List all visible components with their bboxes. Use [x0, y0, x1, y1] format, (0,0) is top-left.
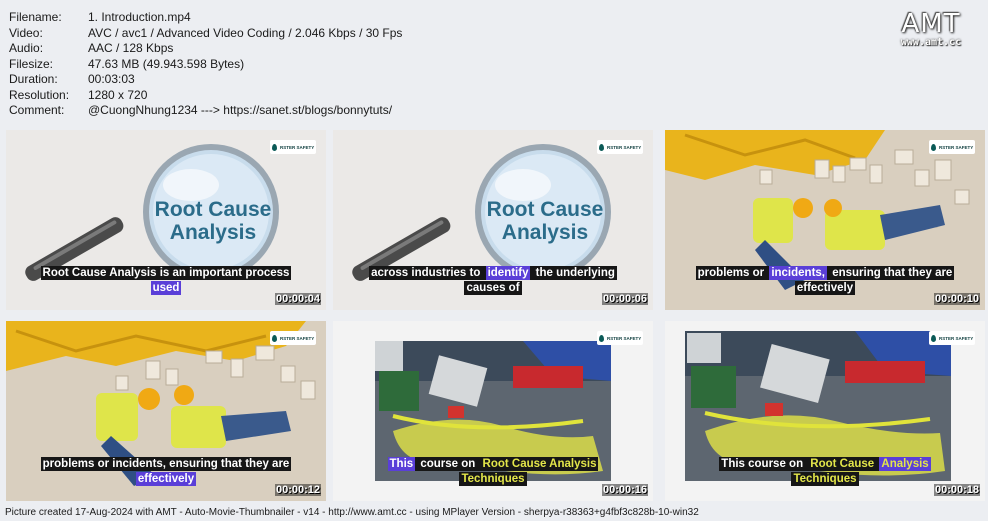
- caption-line1-highlight: incidents,: [769, 266, 827, 280]
- caption-line1-highlight: This: [387, 457, 416, 471]
- caption: This course on Root Cause Analysis Techn…: [665, 457, 985, 487]
- caption-line2-yellow: Techniques: [791, 472, 859, 486]
- thumbnail-3[interactable]: RSTER SAFETY problems or incidents, ensu…: [665, 130, 985, 310]
- caption-line1: Root Cause Analysis is an important proc…: [40, 266, 292, 280]
- meta-duration-row: Duration: 00:03:03: [9, 72, 402, 88]
- caption-line1-c: ensuring that they are: [827, 266, 955, 280]
- meta-value: AVC / avc1 / Advanced Video Coding / 2.0…: [88, 25, 403, 40]
- magnifier-text-line2: Analysis: [502, 221, 588, 244]
- brand-label: RSTER SAFETY: [939, 144, 974, 150]
- meta-value: @CuongNhung1234 ---> https://sanet.st/bl…: [88, 103, 393, 117]
- brand-badge: RSTER SAFETY: [597, 140, 643, 154]
- brand-label: RSTER SAFETY: [280, 335, 315, 341]
- drop-icon: [599, 143, 604, 151]
- caption-line1: problems or incidents, ensuring that the…: [40, 457, 292, 471]
- caption-line2-yellow: Techniques: [459, 472, 527, 486]
- meta-comment-row: Comment: @CuongNhung1234 ---> https://san…: [9, 103, 402, 119]
- timestamp: 00:00:06: [601, 293, 648, 305]
- amt-logo-url: www.amt.cc: [900, 37, 962, 48]
- timestamp: 00:00:04: [274, 293, 321, 305]
- brand-label: RSTER SAFETY: [607, 144, 642, 150]
- caption-line1-a: across industries to: [369, 266, 486, 280]
- caption-line2: effectively: [135, 472, 197, 486]
- caption-line1-highlight: Analysis: [879, 457, 931, 471]
- brand-label: RSTER SAFETY: [607, 335, 642, 341]
- caption-line1-c: the underlying: [530, 266, 617, 280]
- meta-resolution-row: Resolution: 1280 x 720: [9, 88, 402, 104]
- file-metadata: Filename: 1. Introduction.mp4 Video: AVC /…: [9, 10, 402, 119]
- meta-audio-row: Audio: AAC / 128 Kbps: [9, 41, 402, 57]
- caption-line1-highlight: identify: [485, 266, 531, 280]
- meta-key: Audio:: [9, 41, 44, 55]
- brand-badge: RSTER SAFETY: [929, 140, 975, 154]
- meta-value: 1. Introduction.mp4: [88, 10, 191, 24]
- magnifier-text-line1: Root Cause: [155, 198, 272, 221]
- meta-value: AAC / 128 Kbps: [88, 41, 174, 55]
- caption-line1-yellow: Root Cause Analysis: [480, 457, 599, 471]
- meta-key: Filename:: [9, 10, 62, 24]
- caption-line1-yellow: Root Cause: [808, 457, 880, 471]
- footer-credit: Picture created 17-Aug-2024 with AMT - A…: [5, 507, 699, 518]
- drop-icon: [931, 334, 936, 342]
- caption-line1-a: This course on: [719, 457, 809, 471]
- caption: problems or incidents, ensuring that the…: [665, 266, 985, 296]
- drop-icon: [599, 334, 604, 342]
- brand-badge: RSTER SAFETY: [270, 140, 316, 154]
- meta-video-row: Video: AVC / avc1 / Advanced Video Coding…: [9, 26, 402, 42]
- thumbnail-5[interactable]: RSTER SAFETY This course on Root Cause A…: [333, 321, 653, 501]
- brand-badge: RSTER SAFETY: [270, 331, 316, 345]
- thumbnail-2[interactable]: Root Cause Analysis RSTER SAFETY across …: [333, 130, 653, 310]
- meta-value: 00:03:03: [88, 72, 135, 86]
- caption: across industries to identify the underl…: [333, 266, 653, 296]
- timestamp: 00:00:18: [933, 484, 980, 496]
- caption-line2: effectively: [794, 281, 856, 295]
- meta-key: Filesize:: [9, 56, 54, 71]
- meta-key: Resolution:: [9, 87, 70, 102]
- meta-key: Comment:: [9, 103, 65, 117]
- magnifier-text-line2: Analysis: [170, 221, 256, 244]
- meta-key: Video:: [9, 25, 43, 40]
- timestamp: 00:00:12: [274, 484, 321, 496]
- brand-label: RSTER SAFETY: [939, 335, 974, 341]
- timestamp: 00:00:16: [601, 484, 648, 496]
- drop-icon: [272, 334, 277, 342]
- caption: Root Cause Analysis is an important proc…: [6, 266, 326, 296]
- thumbnail-4[interactable]: RSTER SAFETY problems or incidents, ensu…: [6, 321, 326, 501]
- drop-icon: [272, 143, 277, 151]
- caption-line1-b: course on: [415, 457, 481, 471]
- caption-line2: causes of: [464, 281, 522, 295]
- thumbnail-6[interactable]: RSTER SAFETY This course on Root Cause A…: [665, 321, 985, 501]
- timestamp: 00:00:10: [933, 293, 980, 305]
- meta-filesize-row: Filesize: 47.63 MB (49.943.598 Bytes): [9, 57, 402, 73]
- meta-filename-row: Filename: 1. Introduction.mp4: [9, 10, 402, 26]
- caption-line1-a: problems or: [695, 266, 770, 280]
- caption-line2: used: [150, 281, 182, 295]
- brand-label: RSTER SAFETY: [280, 144, 315, 150]
- brand-badge: RSTER SAFETY: [597, 331, 643, 345]
- meta-key: Duration:: [9, 72, 58, 86]
- amt-logo: AMT www.amt.cc: [888, 9, 974, 48]
- magnifier-text-line1: Root Cause: [487, 198, 604, 221]
- caption: This course on Root Cause Analysis Techn…: [333, 457, 653, 487]
- thumbnail-1[interactable]: Root Cause Analysis RSTER SAFETY Root Ca…: [6, 130, 326, 310]
- amt-logo-text: AMT: [901, 9, 961, 39]
- drop-icon: [931, 143, 936, 151]
- meta-value: 47.63 MB (49.943.598 Bytes): [88, 56, 245, 71]
- caption: problems or incidents, ensuring that the…: [6, 457, 326, 487]
- brand-badge: RSTER SAFETY: [929, 331, 975, 345]
- meta-value: 1280 x 720: [88, 87, 148, 102]
